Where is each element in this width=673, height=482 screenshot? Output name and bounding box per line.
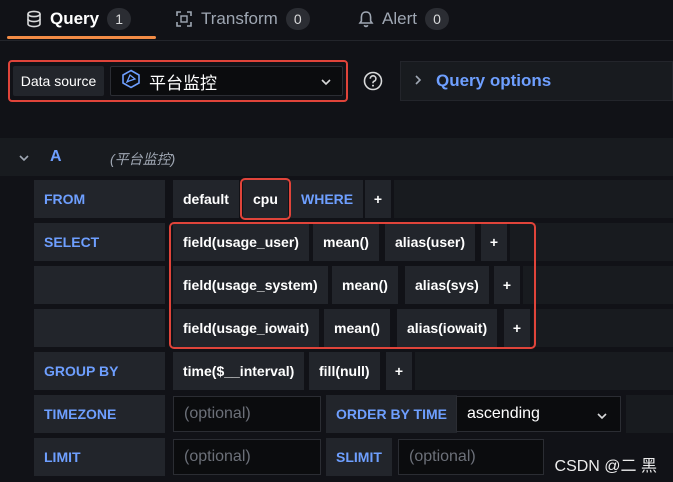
from-row-filler [394, 180, 673, 218]
select-highlight [169, 222, 536, 349]
group-by-add-button[interactable]: + [386, 352, 412, 390]
where-label: WHERE [291, 180, 364, 218]
timezone-label: TIMEZONE [34, 395, 165, 433]
select-label-continuation [34, 309, 165, 347]
tab-transform-count: 0 [285, 8, 310, 30]
active-tab-indicator [7, 36, 156, 39]
slimit-input[interactable]: (optional) [398, 439, 544, 475]
group-by-fill-segment[interactable]: fill(null) [309, 352, 380, 390]
order-by-select[interactable]: ascending [456, 396, 621, 432]
limit-input[interactable]: (optional) [173, 439, 321, 475]
transform-icon [175, 10, 193, 28]
select-row-filler [533, 309, 673, 347]
tab-alert[interactable]: Alert 0 [358, 0, 449, 38]
chevron-down-icon [596, 409, 608, 427]
tab-transform-label: Transform [201, 9, 278, 28]
where-add-button[interactable]: + [365, 180, 391, 218]
database-icon [26, 10, 42, 28]
tab-alert-label: Alert [382, 9, 417, 28]
timezone-row-filler [626, 395, 673, 433]
retention-policy-segment[interactable]: default [173, 180, 239, 218]
tab-alert-count: 0 [424, 8, 449, 30]
tab-query-label: Query [50, 9, 100, 28]
watermark-text: CSDN @二 黑 [554, 458, 657, 475]
group-by-row-filler [415, 352, 673, 390]
order-by-value: ascending [467, 405, 540, 422]
tabs-divider [0, 40, 673, 41]
select-label: SELECT [34, 223, 165, 261]
select-label-continuation [34, 266, 165, 304]
from-label: FROM [34, 180, 165, 218]
tab-query[interactable]: Query 1 [26, 0, 132, 38]
slimit-label: SLIMIT [326, 438, 392, 476]
query-options-label[interactable]: Query options [436, 71, 551, 91]
tab-query-count: 1 [107, 8, 132, 30]
query-ref-id[interactable]: A [50, 148, 62, 166]
group-by-label: GROUP BY [34, 352, 165, 390]
query-row-header [0, 138, 673, 176]
limit-label: LIMIT [34, 438, 165, 476]
query-datasource-note: (平台监控) [110, 151, 176, 167]
select-row-filler [523, 266, 673, 304]
help-button[interactable] [358, 66, 388, 96]
collapse-chevron-icon[interactable] [18, 151, 30, 169]
measurement-highlight [240, 178, 291, 220]
tab-transform[interactable]: Transform 0 [175, 0, 310, 38]
help-icon [358, 71, 388, 100]
bell-icon [358, 10, 374, 28]
datasource-highlight [8, 60, 348, 102]
order-by-time-label: ORDER BY TIME [326, 395, 457, 433]
timezone-input[interactable]: (optional) [173, 396, 321, 432]
chevron-right-icon [412, 73, 424, 92]
group-by-time-segment[interactable]: time($__interval) [173, 352, 305, 390]
